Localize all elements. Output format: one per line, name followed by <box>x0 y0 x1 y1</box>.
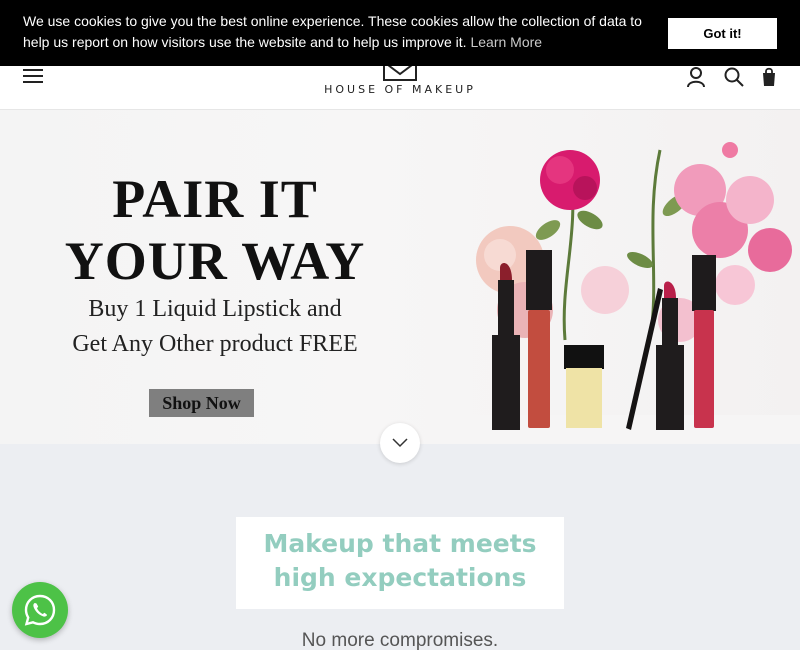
hero-headline-line1: PAIR IT <box>112 169 318 229</box>
cart-icon[interactable] <box>758 66 780 88</box>
hero-subheadline: Buy 1 Liquid Lipstick and Get Any Other … <box>0 292 430 362</box>
logo-text: HOUSE OF MAKEUP <box>324 83 476 96</box>
tagline-box: Makeup that meets high expectations <box>236 517 564 609</box>
account-icon[interactable] <box>685 66 707 88</box>
product-image <box>430 142 800 444</box>
cookie-message-text: We use cookies to give you the best onli… <box>23 13 642 50</box>
whatsapp-icon <box>24 594 56 626</box>
search-icon[interactable] <box>723 66 745 88</box>
tagline-line2: high expectations <box>273 563 527 592</box>
cookie-message: We use cookies to give you the best onli… <box>23 11 663 53</box>
tagline-line1: Makeup that meets <box>263 529 537 558</box>
whatsapp-chat-button[interactable] <box>12 582 68 638</box>
hero-headline-line2: YOUR WAY <box>64 231 366 291</box>
cookie-accept-button[interactable]: Got it! <box>668 18 777 49</box>
tagline-heading: Makeup that meets high expectations <box>236 527 564 595</box>
chevron-down-icon <box>392 438 408 448</box>
hero-subline2: Get Any Other product FREE <box>72 331 358 357</box>
hero-subline1: Buy 1 Liquid Lipstick and <box>88 296 342 322</box>
cookie-banner: We use cookies to give you the best onli… <box>0 0 800 66</box>
hero-banner[interactable]: PAIR IT YOUR WAY Buy 1 Liquid Lipstick a… <box>0 110 800 444</box>
intro-section: Makeup that meets high expectations No m… <box>0 444 800 650</box>
scroll-down-button[interactable] <box>380 423 420 463</box>
hero-headline: PAIR IT YOUR WAY <box>0 168 430 292</box>
shop-now-button[interactable]: Shop Now <box>149 389 254 417</box>
learn-more-link[interactable]: Learn More <box>470 34 542 50</box>
intro-text: No more compromises. <box>301 630 499 650</box>
menu-icon[interactable] <box>23 69 43 83</box>
